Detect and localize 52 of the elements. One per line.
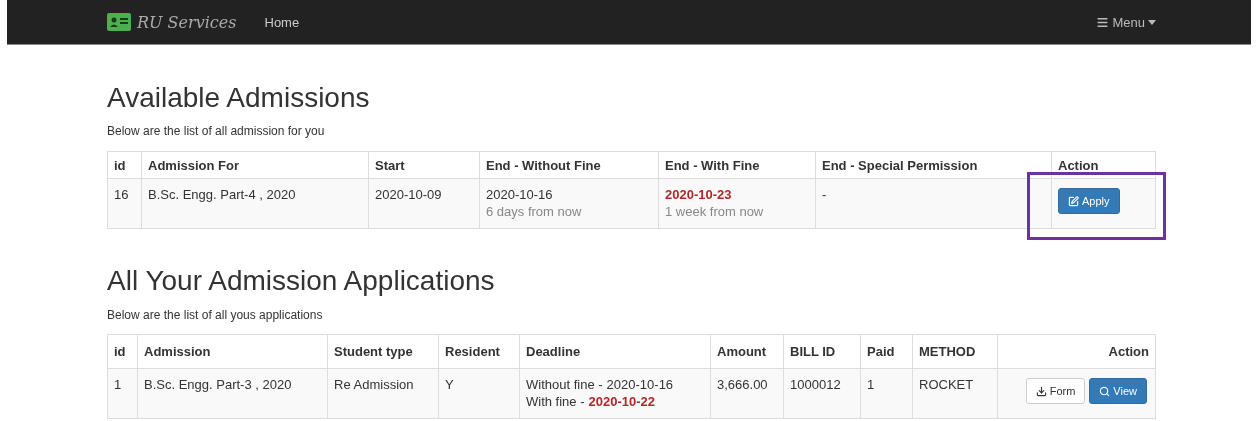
pencil-square-icon bbox=[1068, 195, 1079, 207]
caret-icon bbox=[1148, 19, 1156, 25]
column-header: METHOD bbox=[912, 334, 998, 369]
column-header: Student type bbox=[327, 334, 439, 369]
section-subtitle: Below are the list of all admission for you bbox=[107, 123, 326, 139]
cell-text: - bbox=[822, 186, 828, 203]
deadline-label: With fine - bbox=[526, 394, 585, 409]
column-header: Action bbox=[997, 334, 1156, 369]
download-icon bbox=[1035, 385, 1047, 397]
form-button[interactable]: Form bbox=[1025, 378, 1086, 404]
relative-time: 1 week from now bbox=[665, 203, 765, 220]
column-header: Paid bbox=[860, 334, 913, 369]
column-header: BILL ID bbox=[783, 334, 861, 369]
column-header: Start bbox=[368, 151, 480, 179]
cell-text: Re Admission bbox=[334, 376, 415, 393]
cell-text: 2020-10-23 bbox=[665, 186, 733, 203]
cell-text: Y bbox=[445, 376, 455, 393]
column-header: End - Without Fine bbox=[479, 151, 659, 179]
cell-text: ROCKET bbox=[919, 376, 975, 393]
brand-name: RU Services bbox=[137, 12, 237, 32]
cell-text: 1 bbox=[114, 376, 123, 393]
deadline-label: Without fine - bbox=[526, 377, 603, 392]
view-button[interactable]: View bbox=[1089, 378, 1147, 404]
nav-link[interactable]: Home bbox=[264, 14, 300, 30]
column-header: id bbox=[107, 151, 142, 179]
cell-text: 1000012 bbox=[790, 376, 842, 393]
column-header: Resident bbox=[438, 334, 520, 369]
menu-icon bbox=[1096, 15, 1110, 29]
cell-text: B.Sc. Engg. Part-3 , 2020 bbox=[144, 376, 293, 393]
section-title: Available Admissions bbox=[107, 82, 371, 114]
relative-time: 6 days from now bbox=[486, 203, 583, 220]
cell-text: 1 bbox=[867, 376, 876, 393]
id-card-icon bbox=[107, 13, 131, 31]
search-icon bbox=[1099, 385, 1111, 397]
column-header: id bbox=[107, 334, 138, 369]
column-header: Deadline bbox=[519, 334, 711, 369]
section-title: All Your Admission Applications bbox=[107, 265, 496, 297]
apply-button[interactable]: Apply bbox=[1058, 188, 1120, 214]
cell-text: 16 bbox=[114, 186, 130, 203]
cell-text: 2020-10-09 bbox=[375, 186, 443, 203]
section-subtitle: Below are the list of all yous applications bbox=[107, 307, 324, 323]
cell-text: 3,666.00 bbox=[717, 376, 769, 393]
cell-text: 2020-10-16 bbox=[486, 186, 554, 203]
column-header: Admission For bbox=[141, 151, 369, 179]
deadline-date: 2020-10-22 bbox=[588, 394, 655, 409]
cell-text: B.Sc. Engg. Part-4 , 2020 bbox=[148, 186, 297, 203]
column-header: End - With Fine bbox=[658, 151, 816, 179]
column-header: Amount bbox=[710, 334, 784, 369]
deadline-date: 2020-10-16 bbox=[606, 377, 674, 392]
column-header: End - Special Permission bbox=[815, 151, 1052, 179]
column-header: Admission bbox=[137, 334, 328, 369]
menu-dropdown[interactable]: Menu bbox=[1096, 14, 1156, 30]
